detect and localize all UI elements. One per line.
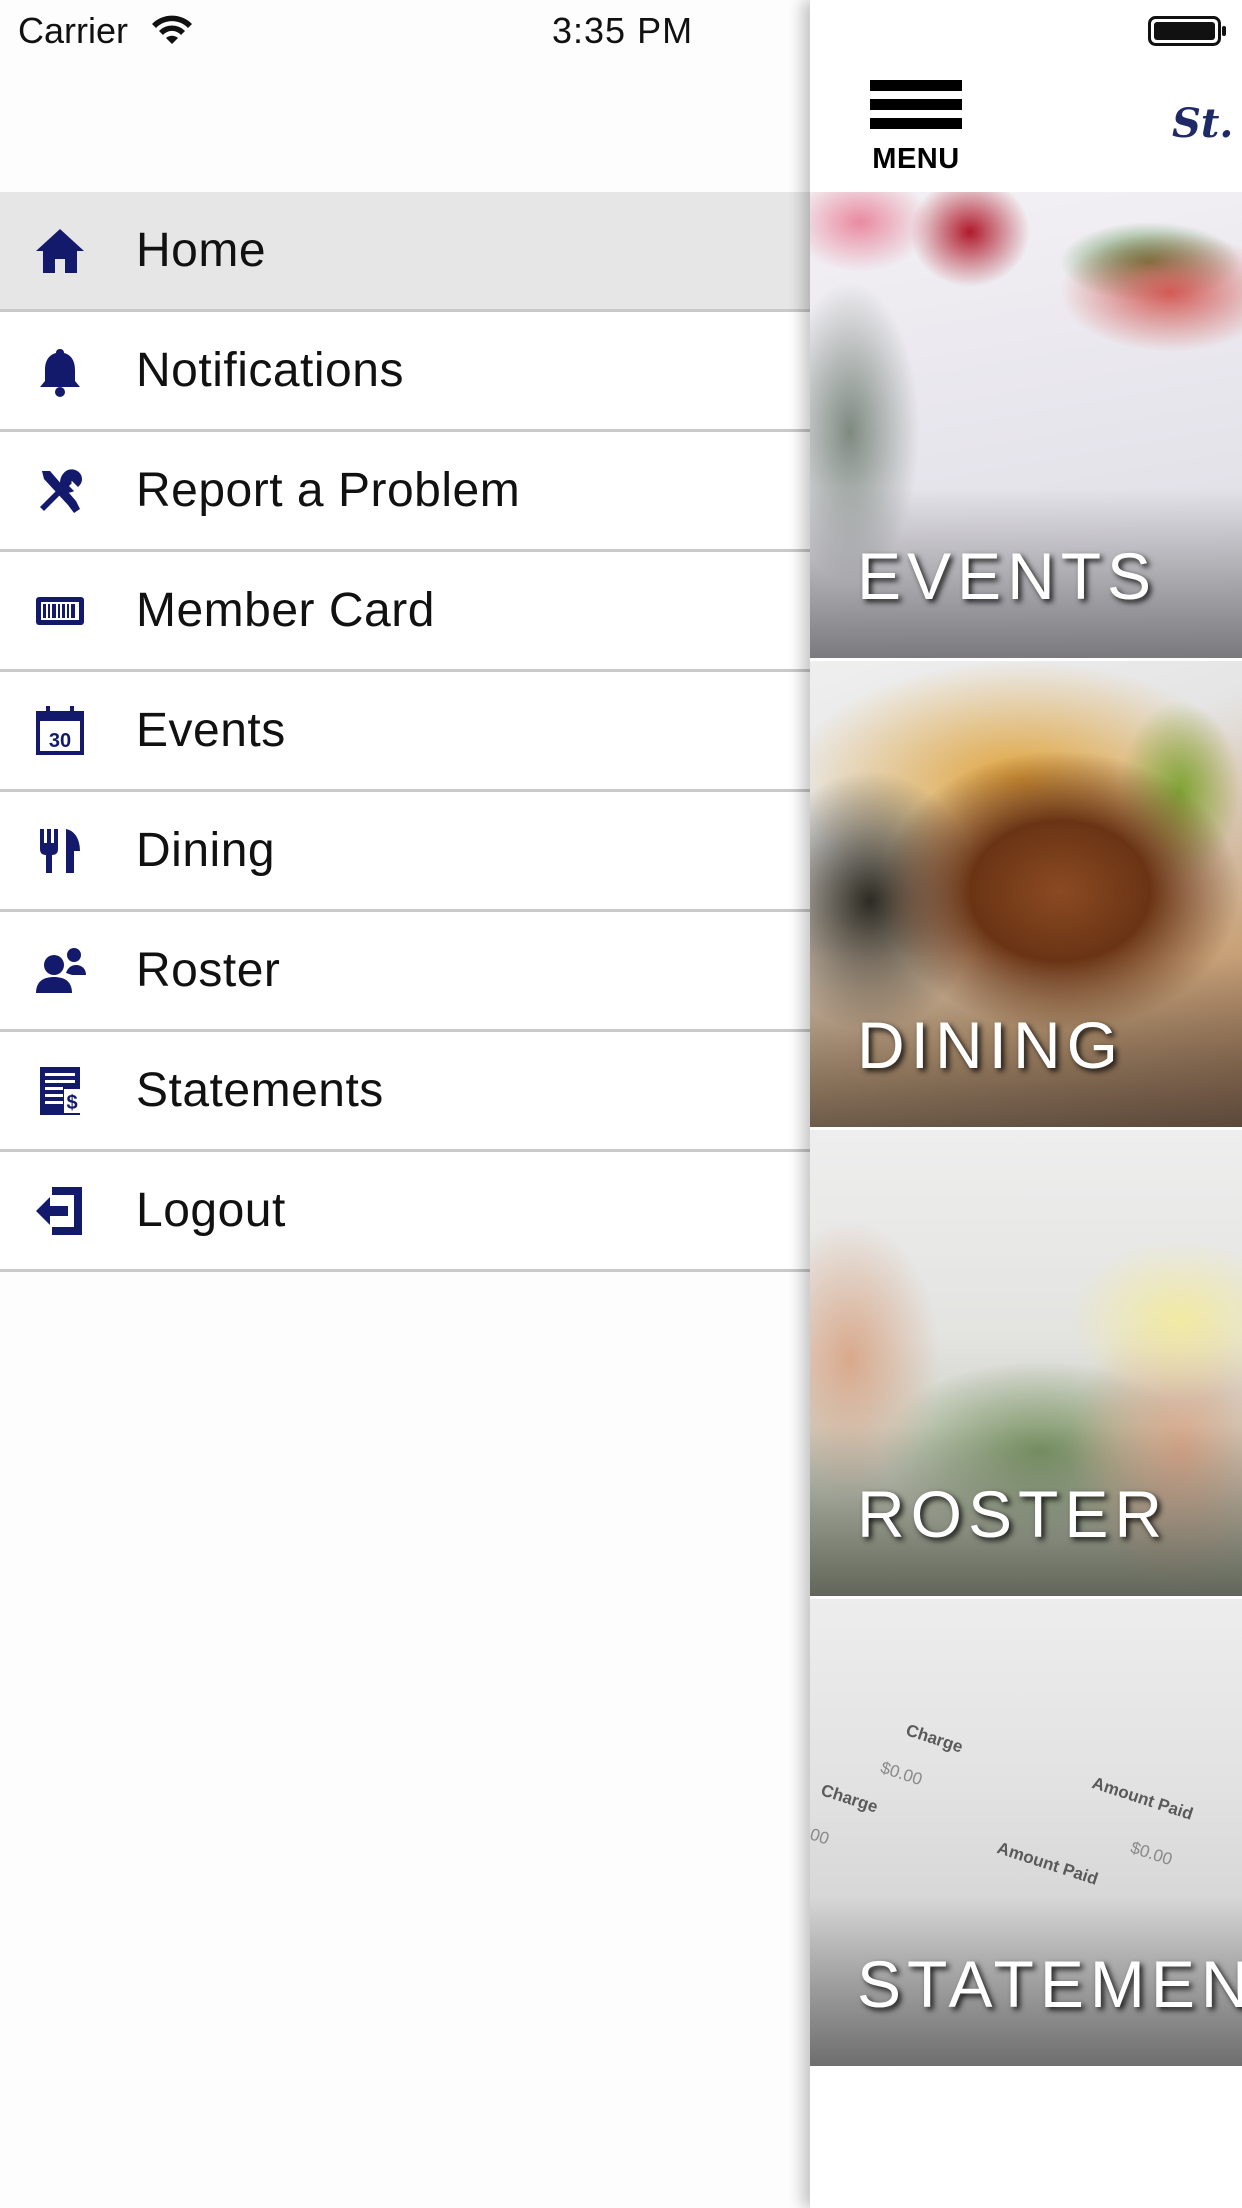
home-icon [30,221,90,281]
menu-item-label: Report a Problem [136,464,521,517]
statements-tile-label: STATEMEN [857,1947,1242,2021]
dining-tile[interactable]: DINING [810,661,1242,1130]
hamburger-icon [870,80,962,140]
tools-icon [30,461,90,521]
app-header: MENU St. [810,62,1242,192]
menu-item-report-a-problem[interactable]: Report a Problem [0,432,810,552]
roster-tile[interactable]: ROSTER [810,1130,1242,1599]
menu-item-label: Events [136,704,286,757]
menu-item-events[interactable]: 30 Events [0,672,810,792]
menu-button-label: MENU [872,143,960,175]
logout-icon [30,1181,90,1241]
events-tile[interactable]: EVENTS [810,192,1242,661]
people-icon [30,941,90,1001]
club-logo: St. [1172,100,1234,147]
calendar-day: 30 [49,730,71,752]
calendar-icon: 30 [30,701,90,761]
statements-tile[interactable]: Charge $0.00 Amount Paid Charge 00 $0.00… [810,1599,1242,2069]
menu-list: Home Notifications Report a Problem Memb… [0,192,810,1272]
svg-text:$: $ [66,1092,77,1114]
status-bar: Carrier 3:35 PM [0,0,1242,62]
menu-item-roster[interactable]: Roster [0,912,810,1032]
carrier-name: Carrier [18,10,129,51]
menu-item-home[interactable]: Home [0,192,810,312]
menu-item-label: Member Card [136,584,435,637]
main-content-panel: MENU St. EVENTS DINING ROSTER Charge $0.… [810,0,1242,2208]
statement-amount-paid-text: Amount Paid [1089,1773,1196,1824]
navigation-drawer: Home Notifications Report a Problem Memb… [0,0,810,2208]
events-tile-label: EVENTS [857,539,1158,613]
menu-button[interactable]: MENU [868,80,964,190]
menu-item-label: Notifications [136,344,404,397]
bell-icon [30,341,90,401]
status-time: 3:35 PM [552,10,694,51]
menu-item-label: Roster [136,944,281,997]
roster-tile-label: ROSTER [857,1477,1169,1551]
menu-item-label: Statements [136,1064,384,1117]
statement-icon: $ [30,1061,90,1121]
barcode-card-icon [30,581,90,641]
statement-amount-text-2: $0.00 [1128,1837,1175,1870]
menu-item-notifications[interactable]: Notifications [0,312,810,432]
wifi-icon [152,15,192,44]
statement-partial-amount-text: 00 [810,1824,832,1849]
menu-item-label: Home [136,224,267,277]
dining-tile-label: DINING [857,1008,1124,1082]
menu-item-label: Logout [136,1184,286,1237]
statement-amount-text: $0.00 [878,1757,925,1790]
battery-icon [1148,16,1226,46]
menu-item-label: Dining [136,824,276,877]
menu-item-dining[interactable]: Dining [0,792,810,912]
statement-charge-text: Charge [903,1720,966,1757]
statement-charge-text-2: Charge [818,1780,881,1817]
statement-amount-paid-text-2: Amount Paid [994,1838,1101,1889]
fork-knife-icon [30,821,90,881]
menu-item-logout[interactable]: Logout [0,1152,810,1272]
menu-item-member-card[interactable]: Member Card [0,552,810,672]
menu-item-statements[interactable]: $ Statements [0,1032,810,1152]
